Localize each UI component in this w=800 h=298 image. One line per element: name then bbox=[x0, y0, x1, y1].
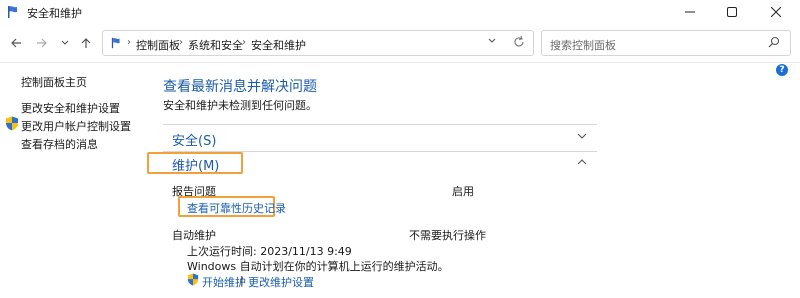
chevron-right-icon: › bbox=[127, 37, 131, 48]
chevron-down-icon[interactable] bbox=[576, 131, 588, 141]
window-title: 安全和维护 bbox=[27, 7, 82, 20]
auto-maintenance-status: 不需要执行操作 bbox=[409, 229, 486, 242]
search-box[interactable]: 搜索控制面板 bbox=[541, 30, 791, 56]
navigation-bar: › 控制面板 › 系统和安全 › 安全和维护 搜索控制面板 bbox=[0, 26, 800, 60]
breadcrumb-control-panel[interactable]: 控制面板 bbox=[136, 37, 180, 53]
section-divider bbox=[163, 124, 597, 125]
title-bar: 安全和维护 bbox=[0, 0, 800, 24]
change-maintenance-settings-link[interactable]: 更改维护设置 bbox=[248, 274, 314, 290]
chevron-right-icon[interactable]: › bbox=[179, 37, 183, 48]
help-icon[interactable]: ? bbox=[776, 64, 788, 76]
chevron-down-icon bbox=[488, 38, 496, 43]
recent-locations-button[interactable] bbox=[56, 34, 74, 52]
view-reliability-history-link[interactable]: 查看可靠性历史记录 bbox=[187, 200, 286, 216]
sidebar-item-change-uac-settings[interactable]: 更改用户帐户控制设置 bbox=[21, 118, 131, 134]
up-arrow-icon bbox=[81, 38, 91, 48]
sidebar-item-change-security-settings[interactable]: 更改安全和维护设置 bbox=[21, 100, 120, 116]
back-button[interactable] bbox=[7, 34, 25, 52]
auto-maintenance-label: 自动维护 bbox=[172, 229, 216, 242]
address-bar[interactable]: › 控制面板 › 系统和安全 › 安全和维护 bbox=[102, 30, 534, 56]
close-button[interactable] bbox=[756, 0, 796, 24]
flag-icon bbox=[111, 37, 120, 49]
back-arrow-icon bbox=[11, 38, 21, 48]
minimize-button[interactable] bbox=[670, 0, 710, 24]
sidebar-item-view-archived-messages[interactable]: 查看存档的消息 bbox=[21, 136, 98, 152]
uac-shield-icon bbox=[187, 273, 199, 286]
chevron-up-icon[interactable] bbox=[576, 157, 588, 167]
page-subtitle: 安全和维护未检测到任何问题。 bbox=[163, 99, 317, 112]
link-separator: | bbox=[240, 274, 244, 287]
up-button[interactable] bbox=[77, 34, 95, 52]
report-problems-status: 启用 bbox=[452, 185, 474, 198]
divider bbox=[0, 62, 800, 63]
close-icon bbox=[771, 7, 781, 17]
maintenance-highlight bbox=[147, 152, 243, 174]
auto-maintenance-description: Windows 自动计划在你的计算机上运行的维护活动。 bbox=[187, 260, 449, 273]
search-icon[interactable] bbox=[768, 36, 780, 51]
maximize-icon bbox=[727, 7, 737, 17]
address-dropdown-button[interactable] bbox=[487, 36, 497, 49]
refresh-icon bbox=[514, 35, 524, 47]
minimize-icon bbox=[685, 11, 695, 13]
chevron-down-icon bbox=[61, 40, 69, 45]
page-title: 查看最新消息并解决问题 bbox=[163, 79, 317, 95]
breadcrumb-system-security[interactable]: 系统和安全 bbox=[188, 37, 243, 53]
forward-button[interactable] bbox=[33, 34, 51, 52]
security-section-header[interactable]: 安全(S) bbox=[172, 130, 216, 149]
search-placeholder: 搜索控制面板 bbox=[550, 39, 616, 52]
last-run-time: 上次运行时间: 2023/11/13 9:49 bbox=[187, 245, 352, 258]
forward-arrow-icon bbox=[37, 38, 47, 48]
maximize-button[interactable] bbox=[712, 0, 752, 24]
refresh-button[interactable] bbox=[513, 35, 525, 53]
uac-shield-icon bbox=[6, 116, 18, 131]
flag-icon bbox=[8, 6, 17, 18]
breadcrumb-security-maintenance[interactable]: 安全和维护 bbox=[251, 37, 306, 53]
chevron-right-icon[interactable]: › bbox=[242, 37, 246, 48]
sidebar-item-control-panel-home[interactable]: 控制面板主页 bbox=[21, 74, 87, 90]
